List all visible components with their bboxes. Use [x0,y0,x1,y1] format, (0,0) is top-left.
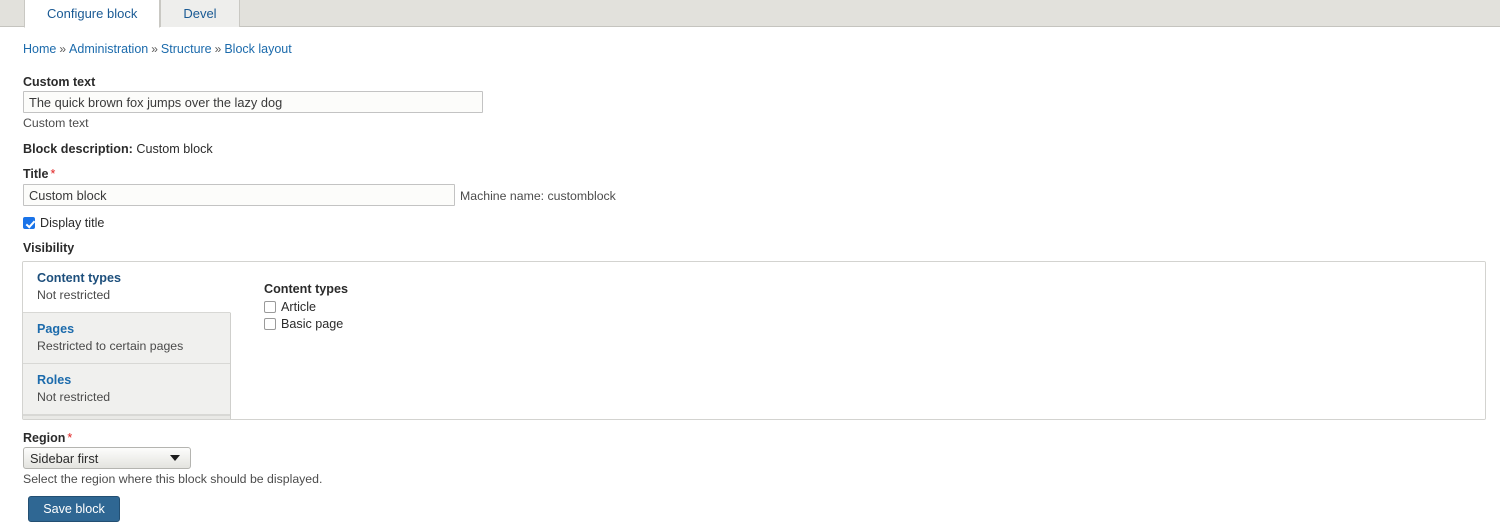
vertical-tab-roles-summary: Not restricted [37,390,111,404]
vertical-tab-content-types-title: Content types [37,271,121,285]
machine-name-text: Machine name: customblock [460,189,616,203]
title-input[interactable] [23,184,455,206]
display-title-checkbox[interactable] [23,217,35,229]
vertical-tab-pages[interactable]: Pages Restricted to certain pages [23,313,230,364]
content-types-group-title: Content types [264,282,348,296]
tab-devel-label: Devel [183,6,217,21]
title-label: Title * [23,167,55,181]
region-label-text: Region [23,431,66,445]
content-type-article-row[interactable]: Article [264,300,1485,314]
title-label-text: Title [23,167,49,181]
primary-tab-bar: Configure block Devel [0,0,1500,28]
display-title-label: Display title [40,216,105,230]
content-type-article-checkbox[interactable] [264,301,276,313]
breadcrumb-item-administration[interactable]: Administration [69,42,148,56]
breadcrumb-item-structure[interactable]: Structure [161,42,212,56]
content-type-basic-page-checkbox[interactable] [264,318,276,330]
vertical-tab-content-types-summary: Not restricted [37,288,111,302]
block-description-value: Custom block [136,142,213,156]
tab-configure-block-label: Configure block [47,6,138,21]
tab-devel[interactable]: Devel [160,0,240,27]
region-select[interactable]: Sidebar first [23,447,191,469]
title-required-marker: * [50,167,56,181]
visibility-label: Visibility [23,241,75,255]
breadcrumb-separator: » [59,42,67,56]
block-description-label: Block description: [23,142,133,156]
custom-text-label: Custom text [23,75,96,89]
visibility-panel: Content types Not restricted Pages Restr… [22,261,1486,420]
tab-configure-block[interactable]: Configure block [24,0,161,28]
vertical-tab-pages-title: Pages [37,322,75,336]
region-select-value: Sidebar first [30,450,99,466]
region-description: Select the region where this block shoul… [23,472,323,486]
breadcrumb: Home» Administration» Structure» Block layo… [23,42,292,56]
custom-text-input[interactable] [23,91,483,113]
vertical-tabs-tail [23,415,230,419]
breadcrumb-separator: » [151,42,158,56]
display-title-checkbox-row[interactable]: Display title [23,216,104,230]
vertical-tab-content-types[interactable]: Content types Not restricted [23,262,231,313]
visibility-pane-content-types: Content types Article Basic page [232,262,1485,419]
breadcrumb-item-home[interactable]: Home [23,42,56,56]
vertical-tab-roles[interactable]: Roles Not restricted [23,364,230,415]
breadcrumb-separator: » [214,42,222,56]
vertical-tab-roles-title: Roles [37,373,72,387]
vertical-tab-pages-summary: Restricted to certain pages [37,339,184,353]
content-type-article-label: Article [281,300,316,314]
custom-text-description: Custom text [23,116,89,130]
breadcrumb-item-block-layout[interactable]: Block layout [224,42,291,56]
chevron-down-icon [170,455,180,461]
primary-tabs: Configure block Devel [24,0,240,28]
content-type-basic-page-row[interactable]: Basic page [264,317,1485,331]
block-description: Block description: Custom block [23,142,213,156]
content-type-basic-page-label: Basic page [281,317,344,331]
region-label: Region * [23,431,72,445]
region-required-marker: * [67,431,73,445]
visibility-vertical-tabs: Content types Not restricted Pages Restr… [23,262,231,419]
